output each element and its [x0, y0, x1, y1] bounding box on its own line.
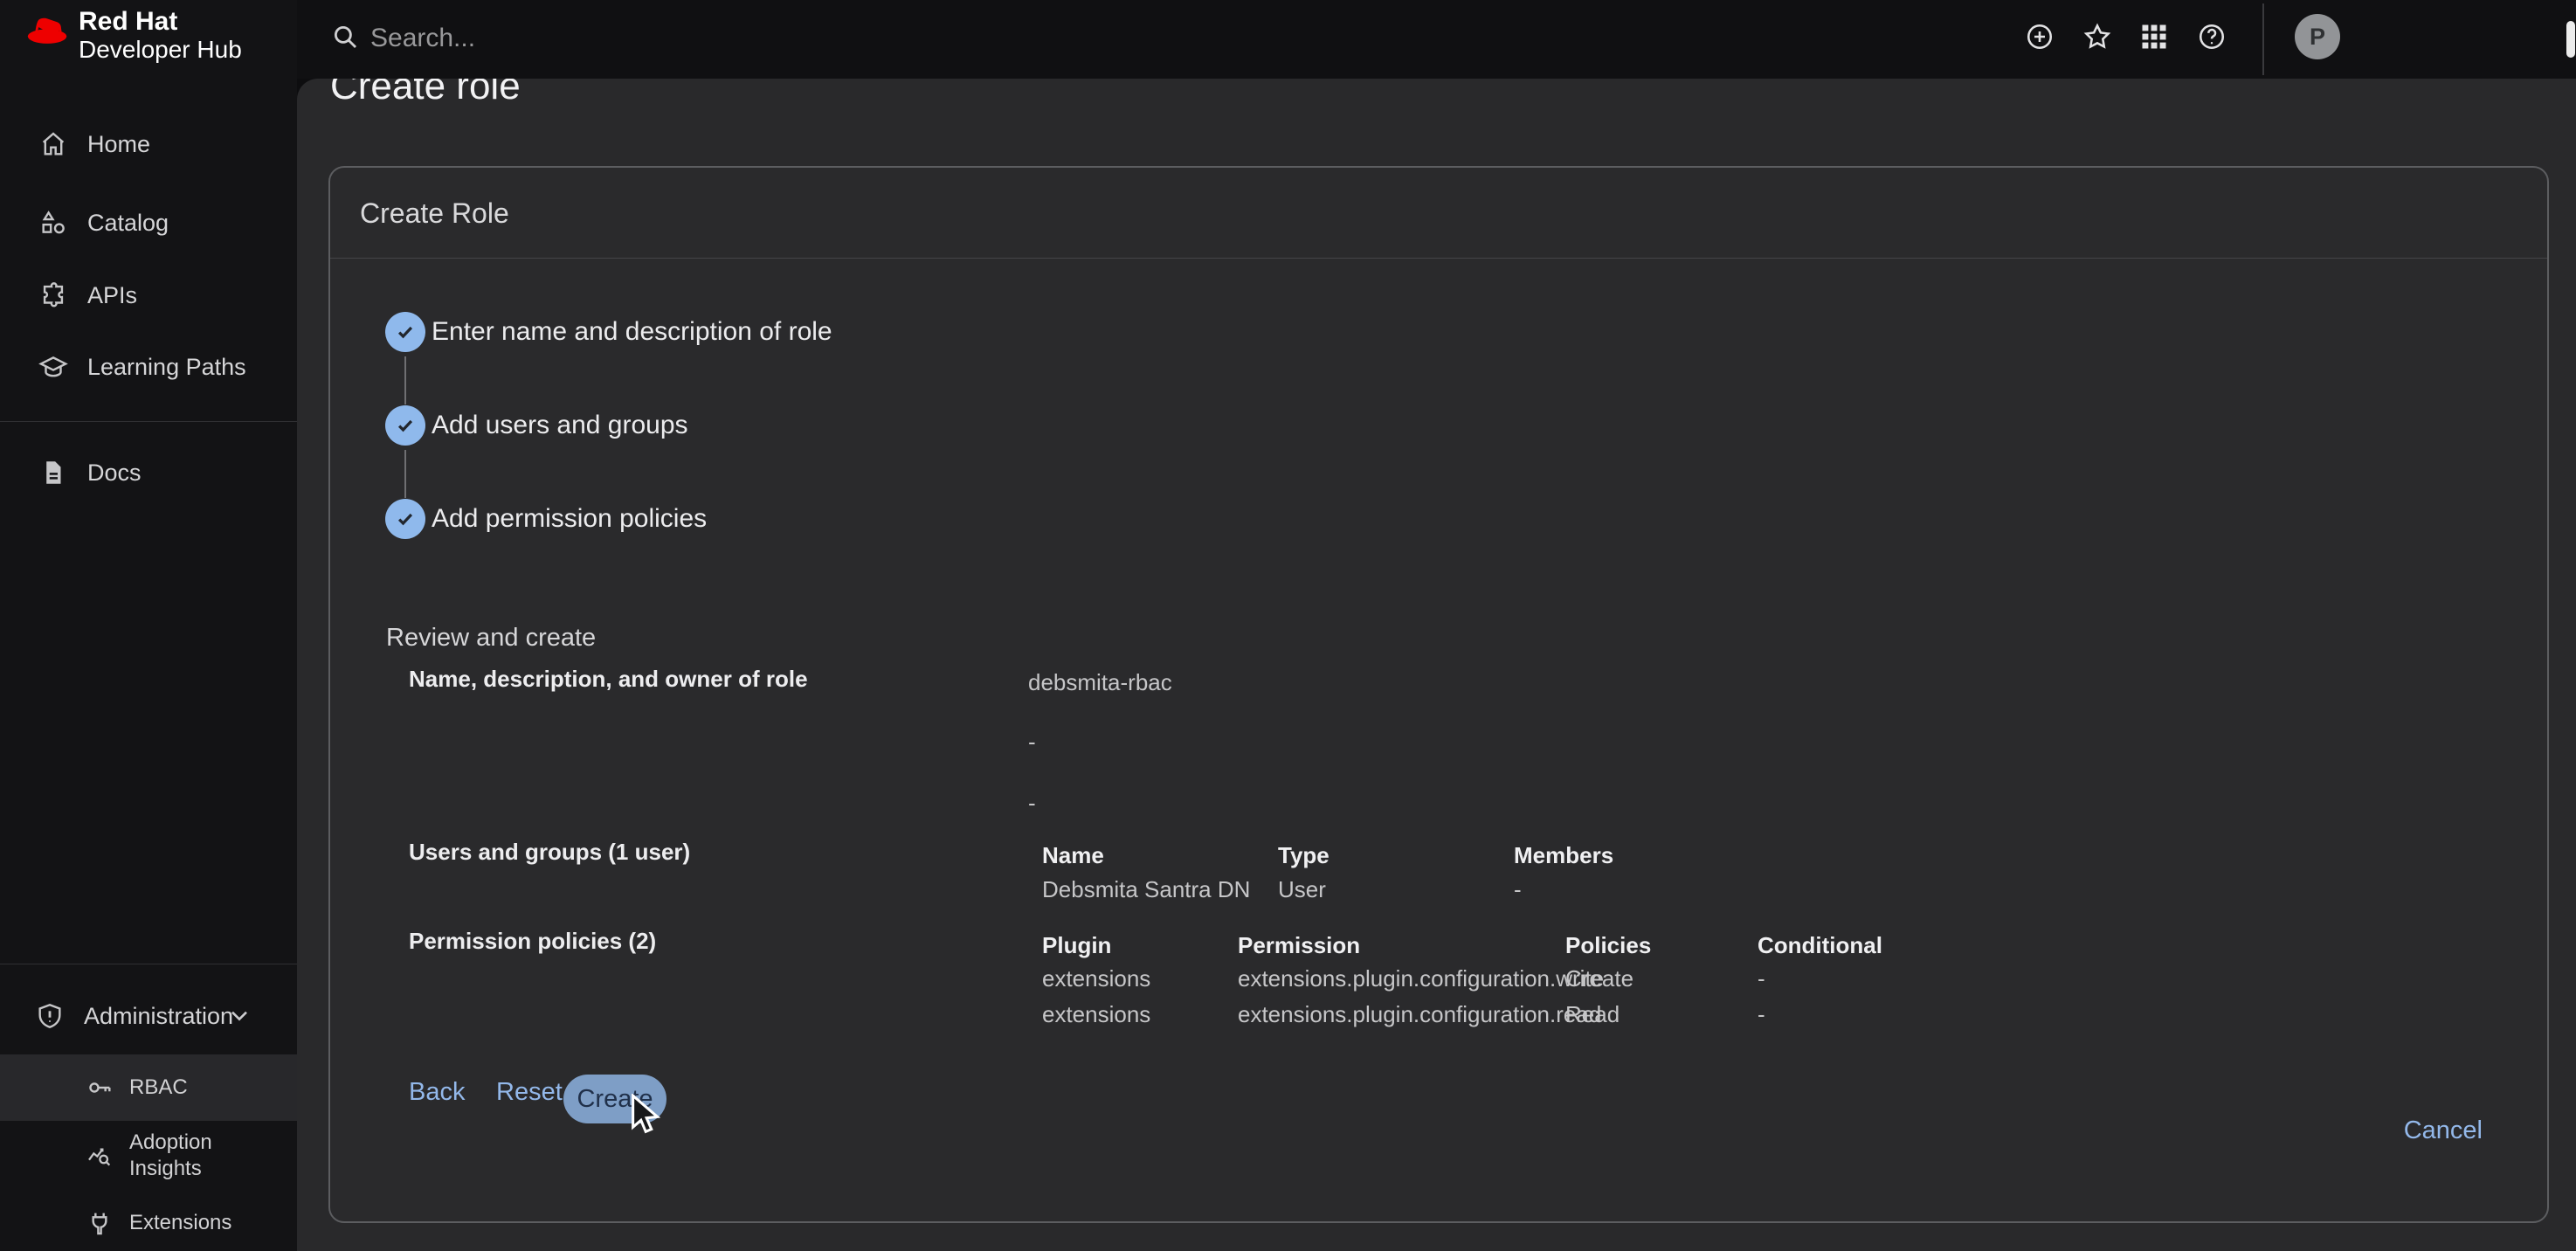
app-window: P Red Hat Developer Hub Home Catalog — [0, 0, 2576, 1251]
sidebar-divider — [0, 421, 297, 422]
step-1-complete-icon[interactable] — [385, 312, 425, 352]
star-icon[interactable] — [2082, 21, 2113, 52]
topbar-divider — [2262, 3, 2264, 75]
sidebar-item-administration[interactable]: Administration — [0, 988, 297, 1044]
sidebar-item-apis[interactable]: APIs — [0, 267, 297, 323]
step-2-complete-icon[interactable] — [385, 405, 425, 446]
permissions-section-label: Permission policies (2) — [409, 928, 656, 955]
top-bar: P — [297, 0, 2576, 79]
page-title: Create role — [330, 79, 521, 108]
perm-header-conditional: Conditional — [1758, 932, 1882, 959]
shield-exclamation-icon — [35, 1001, 65, 1031]
sidebar-item-label: Administration — [84, 1003, 233, 1030]
step-3-complete-icon[interactable] — [385, 499, 425, 539]
role-description-value: - — [1028, 729, 1036, 756]
brand-product: Developer Hub — [79, 37, 242, 63]
sidebar-item-home[interactable]: Home — [0, 116, 297, 172]
perm-header-permission: Permission — [1238, 932, 1360, 959]
sidebar-item-label: APIs — [87, 282, 137, 309]
users-header-members: Members — [1514, 842, 1613, 869]
step-3-label: Add permission policies — [432, 499, 707, 539]
users-header-name: Name — [1042, 842, 1104, 869]
step-connector — [404, 356, 406, 404]
check-icon — [392, 506, 418, 532]
user-row-type: User — [1278, 876, 1326, 903]
search-input[interactable] — [370, 19, 982, 58]
sidebar-item-label: Adoption Insights — [129, 1130, 243, 1182]
card-title: Create Role — [360, 197, 509, 230]
home-icon — [38, 129, 68, 159]
sidebar-item-docs[interactable]: Docs — [0, 445, 297, 501]
back-button[interactable]: Back — [409, 1078, 465, 1107]
perm-header-plugin: Plugin — [1042, 932, 1111, 959]
create-button[interactable]: Create — [563, 1075, 666, 1123]
sidebar-item-catalog[interactable]: Catalog — [0, 195, 297, 251]
red-hat-icon — [23, 7, 73, 47]
step-2-label: Add users and groups — [432, 405, 688, 446]
user-row-members: - — [1514, 876, 1522, 903]
reset-button[interactable]: Reset — [496, 1078, 563, 1107]
app-grid-icon[interactable] — [2138, 21, 2170, 52]
step-1-label: Enter name and description of role — [432, 312, 832, 352]
perm-row-policy: Read — [1565, 1001, 1619, 1028]
avatar[interactable]: P — [2295, 14, 2340, 59]
sidebar-item-rbac[interactable]: RBAC — [0, 1054, 297, 1121]
brand-logo[interactable]: Red Hat Developer Hub — [23, 7, 242, 63]
plug-icon — [86, 1209, 114, 1237]
sidebar: Red Hat Developer Hub Home Catalog APIs … — [0, 0, 297, 1251]
trend-magnifier-icon — [86, 1142, 114, 1170]
learning-paths-icon — [38, 352, 68, 382]
check-icon — [392, 319, 418, 345]
sidebar-item-label: Docs — [87, 460, 142, 487]
sidebar-item-label: Home — [87, 131, 150, 158]
perm-row-permission: extensions.plugin.configuration.read — [1238, 1001, 1601, 1028]
key-icon — [86, 1074, 114, 1102]
role-name-value: debsmita-rbac — [1028, 669, 1172, 696]
sidebar-item-label: Extensions — [129, 1210, 231, 1236]
docs-icon — [38, 458, 68, 487]
perm-row-plugin: extensions — [1042, 1001, 1150, 1028]
chevron-down-icon — [225, 1001, 253, 1029]
perm-row-permission: extensions.plugin.configuration.write — [1238, 965, 1604, 992]
brand-name: Red Hat — [79, 7, 242, 37]
perm-row-plugin: extensions — [1042, 965, 1150, 992]
search-icon — [330, 22, 360, 52]
perm-header-policies: Policies — [1565, 932, 1651, 959]
sidebar-item-extensions[interactable]: Extensions — [0, 1195, 297, 1251]
create-role-card: Create Role Enter name and description o… — [328, 166, 2549, 1223]
page-scrollbar-thumb[interactable] — [2566, 21, 2575, 58]
check-icon — [392, 412, 418, 439]
catalog-icon — [38, 208, 68, 238]
review-heading: Review and create — [386, 624, 596, 653]
card-header: Create Role — [330, 168, 2547, 259]
name-section-label: Name, description, and owner of role — [409, 666, 808, 693]
sidebar-item-label: Catalog — [87, 210, 169, 237]
main-content: Create role Create Role Enter name and d… — [297, 79, 2576, 1251]
perm-row-conditional: - — [1758, 965, 1765, 992]
perm-row-policy: Create — [1565, 965, 1633, 992]
role-owner-value: - — [1028, 790, 1036, 817]
cancel-button[interactable]: Cancel — [2404, 1116, 2483, 1145]
help-icon[interactable] — [2196, 21, 2227, 52]
add-circle-icon[interactable] — [2024, 21, 2055, 52]
sidebar-item-label: Learning Paths — [87, 354, 246, 381]
sidebar-item-label: RBAC — [129, 1075, 188, 1101]
step-connector — [404, 450, 406, 498]
sidebar-item-learning-paths[interactable]: Learning Paths — [0, 339, 297, 395]
apis-icon — [38, 280, 68, 310]
users-section-label: Users and groups (1 user) — [409, 839, 690, 866]
sidebar-item-adoption-insights[interactable]: Adoption Insights — [0, 1125, 297, 1186]
user-row-name: Debsmita Santra DN — [1042, 876, 1250, 903]
users-header-type: Type — [1278, 842, 1329, 869]
perm-row-conditional: - — [1758, 1001, 1765, 1028]
